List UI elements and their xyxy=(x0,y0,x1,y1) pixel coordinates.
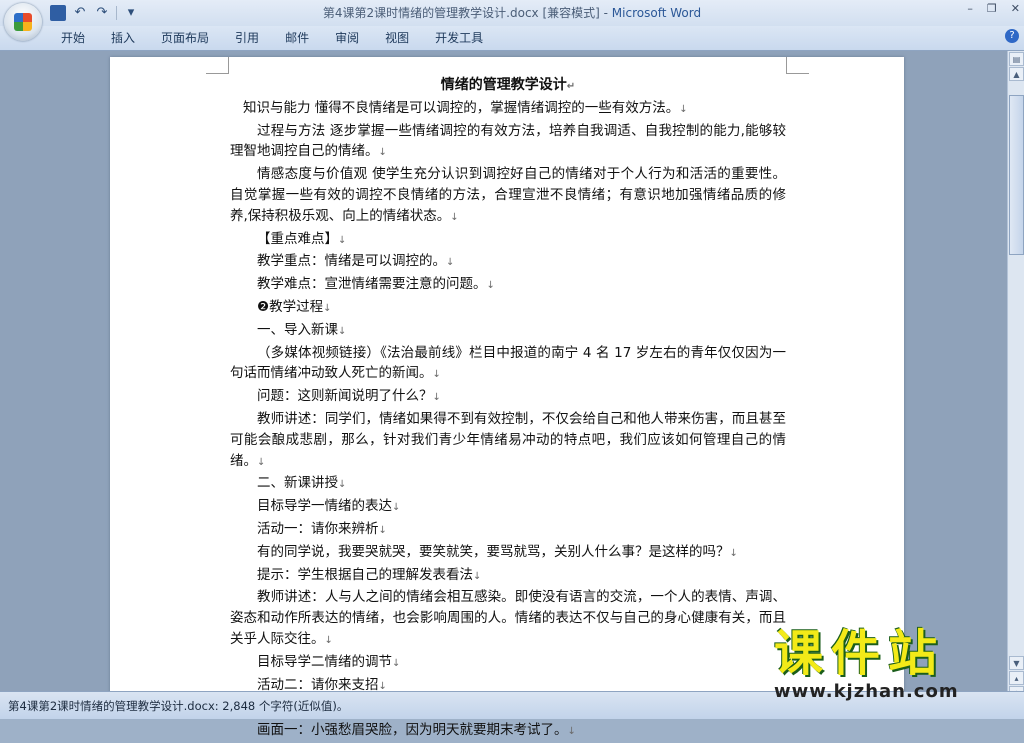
document-paragraph: 情感态度与价值观 使学生充分认识到调控好自己的情绪对于个人行为和活活的重要性。自… xyxy=(230,164,786,228)
paragraph-text: 教师讲述：人与人之间的情绪会相互感染。即使没有语言的交流，一个人的表情、声调、姿… xyxy=(230,589,786,647)
document-paragraph: 知识与能力 懂得不良情绪是可以调控的，掌握情绪调控的一些有效方法。↓ xyxy=(230,98,786,121)
tab-6[interactable]: 视图 xyxy=(372,30,422,47)
scroll-thumb[interactable] xyxy=(1009,95,1024,255)
window-title: 第4课第2课时情绪的管理教学设计.docx [兼容模式] - Microsoft… xyxy=(0,4,1024,21)
ribbon-tabs: 开始 插入 页面布局 引用 邮件 审阅 视图 开发工具 xyxy=(48,30,496,47)
paragraph-mark: ↓ xyxy=(257,456,266,468)
crop-mark-top-right xyxy=(786,57,809,74)
status-text: 第4课第2课时情绪的管理教学设计.docx: 2,848 个字符(近似值)。 xyxy=(8,699,349,713)
paragraph-text: 有的同学说，我要哭就哭，要笑就笑，要骂就骂，关别人什么事？是这样的吗？ xyxy=(257,543,730,560)
paragraph-mark: ↓ xyxy=(432,392,441,404)
paragraph-text: 目标导学一情绪的表达 xyxy=(257,498,392,515)
document-content: 情绪的管理教学设计↵ 知识与能力 懂得不良情绪是可以调控的，掌握情绪调控的一些有… xyxy=(230,75,786,743)
paragraph-mark: ↓ xyxy=(338,234,347,246)
paragraph-mark: ↓ xyxy=(324,634,333,646)
document-paragraph: ❷教学过程↓ xyxy=(230,297,786,320)
minimize-button[interactable]: – xyxy=(967,2,973,15)
view-ruler-icon[interactable]: ▤ xyxy=(1009,52,1024,66)
document-paragraph: 教师讲述：同学们，情绪如果得不到有效控制，不仅会给自己和他人带来伤害，而且甚至可… xyxy=(230,409,786,473)
watermark-url: www.kjzhan.com xyxy=(774,681,959,702)
document-heading: 情绪的管理教学设计↵ xyxy=(230,75,786,98)
document-paragraph: 提示：学生根据自己的理解发表看法↓ xyxy=(230,565,786,588)
paragraph-mark: ↓ xyxy=(486,280,495,292)
watermark-text: 课件站 xyxy=(774,625,946,682)
paragraph-text: ❷教学过程 xyxy=(257,298,324,315)
paragraph-mark: ↓ xyxy=(450,211,459,223)
document-name: 第4课第2课时情绪的管理教学设计.docx [兼容模式] - xyxy=(322,6,612,20)
restore-button[interactable]: ❐ xyxy=(987,2,997,15)
paragraph-text: 二、新课讲授 xyxy=(257,475,338,492)
tab-1[interactable]: 插入 xyxy=(98,30,148,47)
paragraph-text: 教学重点：情绪是可以调控的。 xyxy=(257,253,446,270)
document-paragraph: 一、导入新课↓ xyxy=(230,320,786,343)
paragraph-text: （多媒体视频链接）《法治最前线》栏目中报道的南宁 4 名 17 岁左右的青年仅仅… xyxy=(230,344,786,382)
crop-mark-top-left xyxy=(206,57,229,74)
paragraph-mark: ↓ xyxy=(392,502,401,514)
paragraph-mark: ↓ xyxy=(679,103,688,115)
tab-2[interactable]: 页面布局 xyxy=(148,30,222,47)
ribbon-tab-bar: 开始 插入 页面布局 引用 邮件 审阅 视图 开发工具 ? xyxy=(0,26,1024,51)
document-paragraph: 有的同学说，我要哭就哭，要笑就笑，要骂就骂，关别人什么事？是这样的吗？↓ xyxy=(230,542,786,565)
paragraph-mark: ↓ xyxy=(378,680,387,692)
scroll-up-icon[interactable]: ▲ xyxy=(1009,67,1024,81)
app-name: Microsoft Word xyxy=(611,6,702,20)
title-bar: ↶ ↷ ▾ 第4课第2课时情绪的管理教学设计.docx [兼容模式] - Mic… xyxy=(0,0,1024,26)
paragraph-mark: ↓ xyxy=(432,369,441,381)
close-button[interactable]: ✕ xyxy=(1011,2,1020,15)
paragraph-mark: ↓ xyxy=(378,524,387,536)
tab-3[interactable]: 引用 xyxy=(222,30,272,47)
paragraph-text: 知识与能力 懂得不良情绪是可以调控的，掌握情绪调控的一些有效方法。 xyxy=(243,99,680,116)
document-paragraph: 教学难点：宣泄情绪需要注意的问题。↓ xyxy=(230,274,786,297)
document-paragraph: 画面一：小强愁眉哭脸，因为明天就要期末考试了。↓ xyxy=(230,720,786,743)
paragraph-text: 问题：这则新闻说明了什么？ xyxy=(257,388,433,405)
paragraph-mark: ↓ xyxy=(338,325,347,337)
paragraph-text: 情感态度与价值观 使学生充分认识到调控好自己的情绪对于个人行为和活活的重要性。自… xyxy=(230,166,786,224)
office-logo-icon xyxy=(14,13,32,31)
paragraph-text: 画面一：小强愁眉哭脸，因为明天就要期末考试了。 xyxy=(257,722,568,739)
document-paragraph: （多媒体视频链接）《法治最前线》栏目中报道的南宁 4 名 17 岁左右的青年仅仅… xyxy=(230,343,786,387)
help-icon[interactable]: ? xyxy=(1005,29,1019,43)
document-paragraph: 教学重点：情绪是可以调控的。↓ xyxy=(230,251,786,274)
paragraph-text: 目标导学二情绪的调节 xyxy=(257,653,392,670)
paragraph-text: 【重点难点】 xyxy=(257,230,338,247)
document-page[interactable]: 情绪的管理教学设计↵ 知识与能力 懂得不良情绪是可以调控的，掌握情绪调控的一些有… xyxy=(110,57,904,738)
paragraph-mark: ↓ xyxy=(392,657,401,669)
tab-7[interactable]: 开发工具 xyxy=(422,30,496,47)
tab-4[interactable]: 邮件 xyxy=(272,30,322,47)
watermark-logo: 课件站 www.kjzhan.com xyxy=(774,614,1014,706)
paragraph-list: 知识与能力 懂得不良情绪是可以调控的，掌握情绪调控的一些有效方法。↓ 过程与方法 … xyxy=(230,98,786,743)
paragraph-text: 活动一：请你来辨析 xyxy=(257,520,379,537)
heading-text: 情绪的管理教学设计 xyxy=(440,77,567,93)
paragraph-mark: ↓ xyxy=(729,547,738,559)
paragraph-mark: ↓ xyxy=(323,302,332,314)
paragraph-mark: ↓ xyxy=(473,570,482,582)
window-controls: – ❐ ✕ xyxy=(967,2,1020,15)
vertical-scrollbar[interactable]: ▤ ▲ ▼ ▴ ● ▾ xyxy=(1007,51,1024,715)
paragraph-mark: ↓ xyxy=(567,726,576,738)
paragraph-text: 过程与方法 逐步掌握一些情绪调控的有效方法，培养自我调适、自我控制的能力,能够较… xyxy=(230,122,786,160)
paragraph-mark: ↓ xyxy=(338,479,347,491)
document-paragraph: 目标导学一情绪的表达↓ xyxy=(230,496,786,519)
paragraph-text: 提示：学生根据自己的理解发表看法 xyxy=(257,566,473,583)
document-paragraph: 【重点难点】↓ xyxy=(230,229,786,252)
document-paragraph: 目标导学二情绪的调节↓ xyxy=(230,652,786,675)
paragraph-text: 教学难点：宣泄情绪需要注意的问题。 xyxy=(257,276,487,293)
paragraph-text: 一、导入新课 xyxy=(257,321,338,338)
paragraph-mark: ↓ xyxy=(446,257,455,269)
document-paragraph: 问题：这则新闻说明了什么？↓ xyxy=(230,386,786,409)
document-paragraph: 二、新课讲授↓ xyxy=(230,473,786,496)
office-button[interactable] xyxy=(4,3,42,41)
document-paragraph: 活动一：请你来辨析↓ xyxy=(230,519,786,542)
paragraph-mark: ↵ xyxy=(566,81,576,92)
document-paragraph: 教师讲述：人与人之间的情绪会相互感染。即使没有语言的交流，一个人的表情、声调、姿… xyxy=(230,587,786,651)
tab-0[interactable]: 开始 xyxy=(48,30,98,47)
document-area: 情绪的管理教学设计↵ 知识与能力 懂得不良情绪是可以调控的，掌握情绪调控的一些有… xyxy=(0,51,1007,738)
document-paragraph: 过程与方法 逐步掌握一些情绪调控的有效方法，培养自我调适、自我控制的能力,能够较… xyxy=(230,121,786,165)
paragraph-mark: ↓ xyxy=(378,147,387,159)
tab-5[interactable]: 审阅 xyxy=(322,30,372,47)
paragraph-text: 教师讲述：同学们，情绪如果得不到有效控制，不仅会给自己和他人带来伤害，而且甚至可… xyxy=(230,410,786,469)
